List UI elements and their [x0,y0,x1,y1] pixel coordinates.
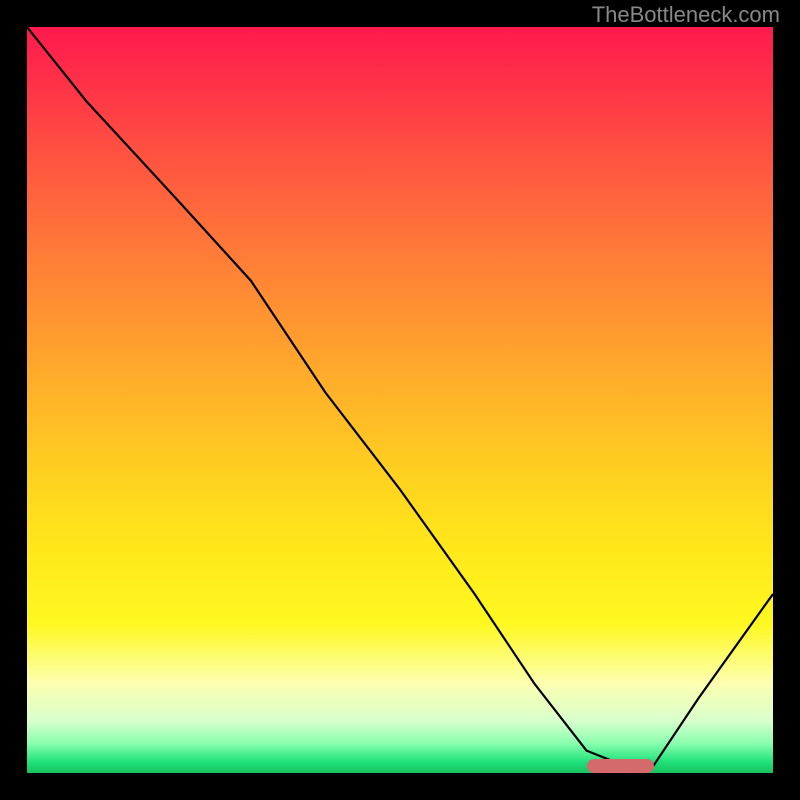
chart-plot-area [27,27,773,773]
watermark-text: TheBottleneck.com [592,2,780,28]
chart-curve-svg [27,27,773,773]
bottleneck-curve-line [27,27,773,766]
optimal-zone-marker [587,759,654,773]
